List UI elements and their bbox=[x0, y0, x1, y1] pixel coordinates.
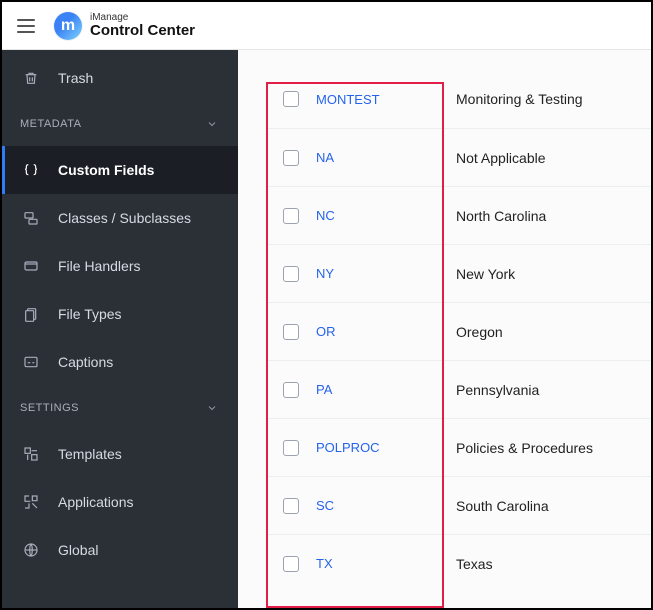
sidebar-item-file-types[interactable]: File Types bbox=[2, 290, 238, 338]
sidebar-item-custom-fields[interactable]: Custom Fields bbox=[2, 146, 238, 194]
brand-logo-icon: m bbox=[54, 12, 82, 40]
row-code-link[interactable]: PA bbox=[316, 382, 436, 397]
row-code-link[interactable]: TX bbox=[316, 556, 436, 571]
chevron-down-icon bbox=[206, 402, 218, 414]
row-description: Texas bbox=[436, 556, 493, 572]
trash-icon bbox=[20, 70, 42, 86]
braces-icon bbox=[20, 162, 42, 178]
row-description: Monitoring & Testing bbox=[436, 91, 583, 107]
sidebar-item-label: Trash bbox=[58, 70, 93, 86]
sidebar-item-templates[interactable]: Templates bbox=[2, 430, 238, 478]
sidebar-item-label: Applications bbox=[58, 494, 134, 510]
row-checkbox[interactable] bbox=[283, 266, 299, 282]
globe-icon bbox=[20, 542, 42, 558]
sidebar: Trash METADATA Custom Fields Classes / S… bbox=[2, 50, 238, 608]
sidebar-item-global[interactable]: Global bbox=[2, 526, 238, 574]
row-code-link[interactable]: POLPROC bbox=[316, 440, 436, 455]
table-row: NYNew York bbox=[266, 244, 651, 302]
file-handlers-icon bbox=[20, 258, 42, 274]
main-content: MONTESTMonitoring & TestingNANot Applica… bbox=[238, 50, 651, 608]
row-code-link[interactable]: NC bbox=[316, 208, 436, 223]
table-row: NCNorth Carolina bbox=[266, 186, 651, 244]
table-row: PAPennsylvania bbox=[266, 360, 651, 418]
row-description: South Carolina bbox=[436, 498, 549, 514]
row-checkbox[interactable] bbox=[283, 324, 299, 340]
row-checkbox-cell bbox=[266, 324, 316, 340]
classes-icon bbox=[20, 210, 42, 226]
row-checkbox-cell bbox=[266, 382, 316, 398]
row-description: Pennsylvania bbox=[436, 382, 539, 398]
brand-big: Control Center bbox=[90, 23, 195, 38]
row-checkbox[interactable] bbox=[283, 150, 299, 166]
table-row: POLPROCPolicies & Procedures bbox=[266, 418, 651, 476]
row-description: Oregon bbox=[436, 324, 503, 340]
table-row: MONTESTMonitoring & Testing bbox=[266, 70, 651, 128]
row-description: North Carolina bbox=[436, 208, 546, 224]
sidebar-header-metadata[interactable]: METADATA bbox=[2, 102, 238, 146]
row-checkbox[interactable] bbox=[283, 498, 299, 514]
templates-icon bbox=[20, 446, 42, 462]
table-row: NANot Applicable bbox=[266, 128, 651, 186]
file-types-icon bbox=[20, 306, 42, 322]
brand-logo[interactable]: m iManage Control Center bbox=[54, 12, 195, 40]
app-header: m iManage Control Center bbox=[2, 2, 651, 50]
row-description: Not Applicable bbox=[436, 150, 546, 166]
row-checkbox-cell bbox=[266, 440, 316, 456]
sidebar-item-label: Captions bbox=[58, 354, 113, 370]
row-checkbox[interactable] bbox=[283, 440, 299, 456]
row-checkbox[interactable] bbox=[283, 382, 299, 398]
row-checkbox-cell bbox=[266, 556, 316, 572]
table-row: TXTexas bbox=[266, 534, 651, 592]
table-row: OROregon bbox=[266, 302, 651, 360]
sidebar-item-classes[interactable]: Classes / Subclasses bbox=[2, 194, 238, 242]
sidebar-item-applications[interactable]: Applications bbox=[2, 478, 238, 526]
row-checkbox-cell bbox=[266, 91, 316, 107]
table-row: SCSouth Carolina bbox=[266, 476, 651, 534]
sidebar-header-label: SETTINGS bbox=[20, 402, 79, 414]
row-checkbox-cell bbox=[266, 208, 316, 224]
sidebar-header-settings[interactable]: SETTINGS bbox=[2, 386, 238, 430]
sidebar-item-captions[interactable]: Captions bbox=[2, 338, 238, 386]
sidebar-item-label: Global bbox=[58, 542, 98, 558]
row-checkbox[interactable] bbox=[283, 91, 299, 107]
row-description: Policies & Procedures bbox=[436, 440, 593, 456]
sidebar-item-label: File Types bbox=[58, 306, 122, 322]
row-code-link[interactable]: SC bbox=[316, 498, 436, 513]
brand-logo-text: iManage Control Center bbox=[90, 13, 195, 38]
sidebar-item-file-handlers[interactable]: File Handlers bbox=[2, 242, 238, 290]
chevron-down-icon bbox=[206, 118, 218, 130]
row-code-link[interactable]: NY bbox=[316, 266, 436, 281]
sidebar-item-label: Custom Fields bbox=[58, 162, 154, 178]
row-description: New York bbox=[436, 266, 515, 282]
row-checkbox-cell bbox=[266, 150, 316, 166]
hamburger-menu-button[interactable] bbox=[10, 10, 42, 42]
row-checkbox-cell bbox=[266, 498, 316, 514]
sidebar-item-label: Templates bbox=[58, 446, 122, 462]
row-checkbox-cell bbox=[266, 266, 316, 282]
row-code-link[interactable]: MONTEST bbox=[316, 92, 436, 107]
row-code-link[interactable]: OR bbox=[316, 324, 436, 339]
sidebar-header-label: METADATA bbox=[20, 118, 81, 130]
row-checkbox[interactable] bbox=[283, 208, 299, 224]
captions-icon bbox=[20, 354, 42, 370]
applications-icon bbox=[20, 494, 42, 510]
data-table: MONTESTMonitoring & TestingNANot Applica… bbox=[266, 70, 651, 592]
row-checkbox[interactable] bbox=[283, 556, 299, 572]
sidebar-item-label: Classes / Subclasses bbox=[58, 210, 191, 226]
sidebar-item-trash[interactable]: Trash bbox=[2, 54, 238, 102]
sidebar-item-label: File Handlers bbox=[58, 258, 140, 274]
row-code-link[interactable]: NA bbox=[316, 150, 436, 165]
